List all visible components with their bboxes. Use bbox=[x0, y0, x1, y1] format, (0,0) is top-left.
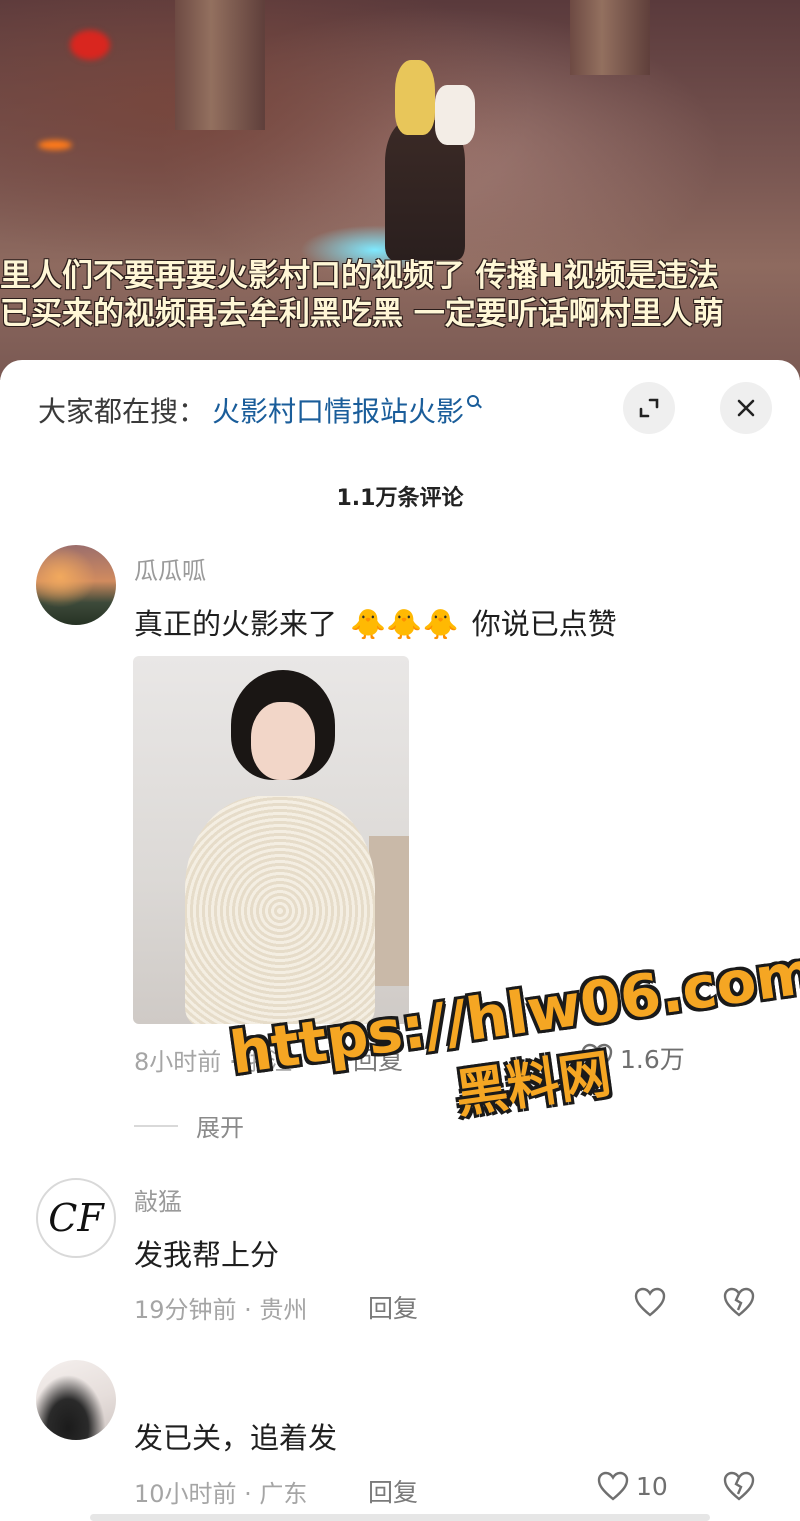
reply-button[interactable]: 回复 bbox=[368, 1289, 418, 1325]
chick-emoji: 🐥🐥🐥 bbox=[350, 607, 459, 641]
comment-image[interactable] bbox=[133, 656, 409, 1024]
trending-search-label: 大家都在搜： bbox=[38, 395, 207, 428]
like-button[interactable]: 10 bbox=[596, 1470, 668, 1502]
trending-search-link[interactable]: 火影村口情报站火影 bbox=[212, 390, 464, 430]
fire-effect bbox=[38, 140, 72, 150]
dislike-button[interactable] bbox=[722, 1470, 756, 1506]
broken-heart-icon bbox=[723, 1287, 755, 1317]
comment-panel: 大家都在搜： 火影村口情报站火影 1.1万条评论 瓜瓜呱 真正的火影来了 🐥🐥🐥… bbox=[0, 360, 800, 1521]
close-button[interactable] bbox=[720, 382, 772, 434]
comment-text: 真正的火影来了 🐥🐥🐥 你说已点赞 bbox=[134, 601, 617, 643]
comment-text: 发我帮上分 bbox=[134, 1238, 280, 1272]
comment-username[interactable]: 瓜瓜呱 bbox=[134, 551, 206, 586]
trending-search[interactable]: 大家都在搜： 火影村口情报站火影 bbox=[38, 390, 481, 430]
comment-time-location: 19分钟前 · 贵州 bbox=[134, 1296, 308, 1324]
heart-icon bbox=[597, 1471, 629, 1501]
comment-count: 1.1万条评论 bbox=[336, 486, 464, 511]
divider bbox=[134, 1124, 178, 1127]
avatar[interactable] bbox=[36, 1360, 116, 1440]
heart-icon bbox=[634, 1287, 666, 1317]
expand-icon bbox=[639, 398, 659, 418]
search-icon[interactable] bbox=[467, 395, 481, 409]
reply-button[interactable]: 回复 bbox=[368, 1473, 418, 1509]
avatar[interactable] bbox=[36, 545, 116, 625]
close-icon bbox=[737, 399, 755, 417]
video-player[interactable]: 里人们不要再要火影村口的视频了 传播H视频是违法 已买来的视频再去牟利黑吃黑 一… bbox=[0, 0, 800, 380]
avatar[interactable]: CF bbox=[36, 1178, 116, 1258]
avatar-logo-text: CF bbox=[48, 1196, 104, 1240]
fire-effect bbox=[70, 30, 110, 60]
like-button[interactable] bbox=[633, 1286, 667, 1318]
broken-heart-icon bbox=[723, 1471, 755, 1501]
like-count: 10 bbox=[636, 1471, 668, 1501]
video-subtitle: 里人们不要再要火影村口的视频了 传播H视频是违法 bbox=[0, 258, 719, 294]
comment-username[interactable]: 敲猛 bbox=[134, 1182, 182, 1217]
expand-replies-label: 展开 bbox=[196, 1114, 244, 1142]
comment-text: 发已关，追着发 bbox=[134, 1421, 338, 1455]
expand-replies-button[interactable]: 展开 bbox=[134, 1108, 244, 1143]
video-subtitle: 已买来的视频再去牟利黑吃黑 一定要听话啊村里人萌 bbox=[0, 296, 724, 332]
dislike-button[interactable] bbox=[722, 1286, 756, 1322]
background-pillar bbox=[175, 0, 265, 130]
game-character bbox=[375, 60, 485, 260]
comment-text-part: 你说已点赞 bbox=[471, 607, 617, 641]
comment-text-part: 真正的火影来了 bbox=[134, 607, 338, 641]
background-pillar bbox=[570, 0, 650, 75]
fullscreen-button[interactable] bbox=[623, 382, 675, 434]
comment-time-location: 10小时前 · 广东 bbox=[134, 1480, 308, 1508]
home-indicator bbox=[90, 1514, 710, 1521]
